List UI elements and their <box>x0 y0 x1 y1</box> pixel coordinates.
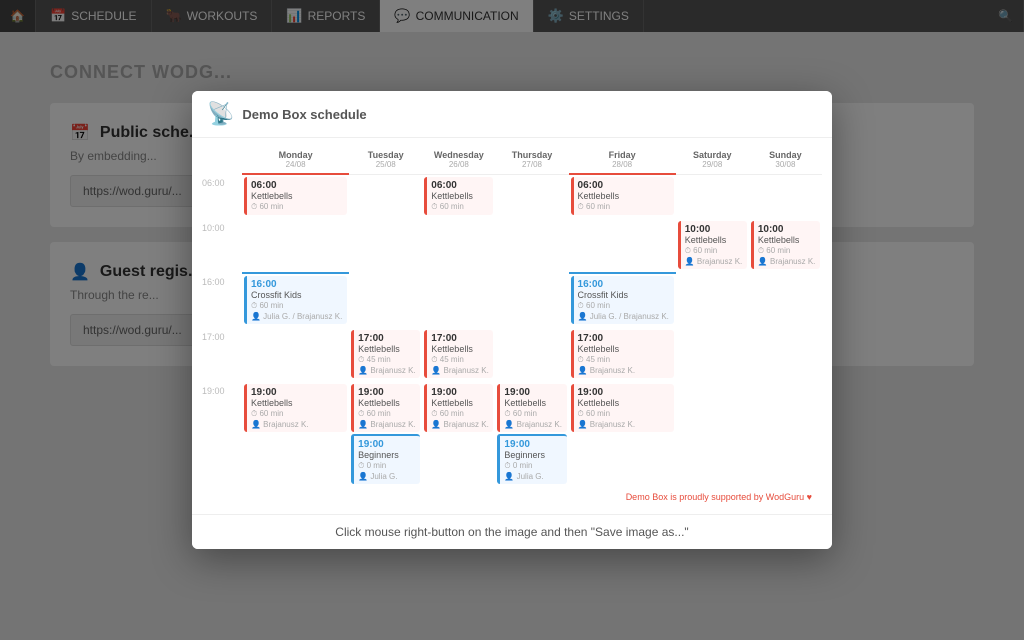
class-card: 19:00 Kettlebells ⏱ 60 min 👤 Brajanusz K… <box>571 384 674 432</box>
modal-title: Demo Box schedule <box>242 107 366 122</box>
class-card: 10:00 Kettlebells ⏱ 60 min 👤 Brajanusz K… <box>751 221 820 269</box>
class-card: 19:00 Kettlebells ⏱ 60 min 👤 Brajanusz K… <box>244 384 347 432</box>
time-row-1900: 19:00 19:00 Kettlebells ⏱ 60 min 👤 Braja… <box>202 382 822 488</box>
class-card: 10:00 Kettlebells ⏱ 60 min 👤 Brajanusz K… <box>678 221 747 269</box>
time-row-1000: 10:00 10:00 Kettlebells ⏱ 60 min <box>202 219 822 273</box>
class-card: 19:00 Kettlebells ⏱ 60 min 👤 Brajanusz K… <box>424 384 493 432</box>
class-card: 19:00 Beginners ⏱ 0 min 👤 Julia G. <box>497 434 566 484</box>
class-card: 06:00 Kettlebells ⏱ 60 min <box>244 177 347 215</box>
caption-text: Click mouse right-button on the image an… <box>335 525 688 539</box>
time-row-1700: 17:00 17:00 Kettlebells ⏱ 45 min 👤 Braja… <box>202 328 822 382</box>
class-card: 19:00 Kettlebells ⏱ 60 min 👤 Brajanusz K… <box>351 384 420 432</box>
class-card: 17:00 Kettlebells ⏱ 45 min 👤 Brajanusz K… <box>424 330 493 378</box>
class-card: 19:00 Kettlebells ⏱ 60 min 👤 Brajanusz K… <box>497 384 566 432</box>
class-card: 19:00 Beginners ⏱ 0 min 👤 Julia G. <box>351 434 420 484</box>
heart-icon: ♥ <box>807 492 812 502</box>
time-row-0600: 06:00 06:00 Kettlebells ⏱ 60 min <box>202 174 822 219</box>
class-card: 06:00 Kettlebells ⏱ 60 min <box>424 177 493 215</box>
class-card: 17:00 Kettlebells ⏱ 45 min 👤 Brajanusz K… <box>571 330 674 378</box>
modal-logo-icon: 📡 <box>207 101 234 127</box>
class-card: 17:00 Kettlebells ⏱ 45 min 👤 Brajanusz K… <box>351 330 420 378</box>
class-card: 16:00 Crossfit Kids ⏱ 60 min 👤 Julia G. … <box>571 276 674 324</box>
wodguru-footer: Demo Box is proudly supported by WodGuru… <box>202 488 822 506</box>
modal-overlay: 📡 Demo Box schedule Monday 24/08 <box>0 0 1024 640</box>
footer-text: Demo Box is proudly supported by <box>626 492 764 502</box>
footer-link[interactable]: WodGuru <box>766 492 804 502</box>
modal-header: 📡 Demo Box schedule <box>192 91 832 138</box>
schedule-container[interactable]: Monday 24/08 Tuesday 25/08 Wednesday 26/… <box>192 138 832 514</box>
class-card: 16:00 Crossfit Kids ⏱ 60 min 👤 Julia G. … <box>244 276 347 324</box>
time-row-1600: 16:00 16:00 Crossfit Kids ⏱ 60 min 👤 Jul… <box>202 273 822 328</box>
modal-caption: Click mouse right-button on the image an… <box>192 514 832 549</box>
schedule-modal: 📡 Demo Box schedule Monday 24/08 <box>192 91 832 549</box>
class-card: 06:00 Kettlebells ⏱ 60 min <box>571 177 674 215</box>
